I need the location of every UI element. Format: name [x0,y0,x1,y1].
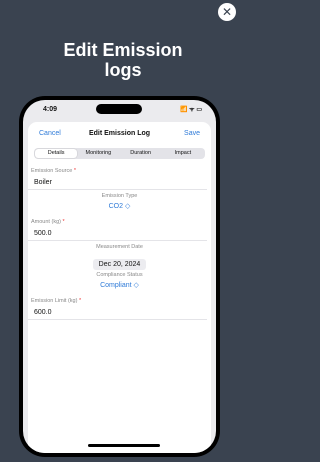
tab-impact[interactable]: Impact [162,149,204,158]
measurement-date-picker[interactable]: Dec 20, 2024 [92,259,147,270]
tab-duration[interactable]: Duration [120,149,162,158]
measurement-date-wrapper: Dec 20, 2024 [28,253,211,270]
amount-label: Amount (kg) * [31,219,65,225]
dynamic-island [96,104,142,114]
tab-details[interactable]: Details [35,149,78,158]
required-marker: * [62,219,65,225]
close-icon[interactable]: ✕ [218,3,236,21]
compliance-status-label: Compliance Status [96,272,143,278]
emission-source-field[interactable]: Boiler [28,176,207,190]
page-headline: Edit Emission logs [63,40,183,80]
details-form: Emission Source * Boiler Emission Type C… [28,167,211,320]
tab-monitoring[interactable]: Monitoring [77,149,119,158]
emission-limit-label: Emission Limit (kg) * [31,298,82,304]
emission-type-label: Emission Type [101,193,138,199]
segmented-tabs: Details Monitoring Duration Impact [34,148,205,159]
save-button[interactable]: Save [184,130,200,137]
required-marker: * [78,298,82,304]
phone-screen: 4:09 📶 ᯤ ▭ Cancel Edit Emission Log Save… [23,100,216,453]
emission-limit-field[interactable]: 600.0 [28,306,207,320]
required-marker: * [73,168,76,174]
phone-frame: 4:09 📶 ᯤ ▭ Cancel Edit Emission Log Save… [19,96,220,457]
emission-type-picker[interactable]: CO2 ◇ [28,201,211,212]
status-icons: 📶 ᯤ ▭ [180,107,202,113]
nav-bar: Cancel Edit Emission Log Save [28,122,211,144]
status-bar: 4:09 📶 ᯤ ▭ [23,100,216,116]
amount-field[interactable]: 500.0 [28,227,207,241]
compliance-status-picker[interactable]: Compliant ◇ [28,280,211,291]
emission-source-label: Emission Source * [31,168,76,174]
status-time: 4:09 [43,106,58,113]
edit-sheet: Cancel Edit Emission Log Save Details Mo… [28,122,211,453]
home-indicator [88,444,160,447]
measurement-date-label: Measurement Date [96,244,143,250]
